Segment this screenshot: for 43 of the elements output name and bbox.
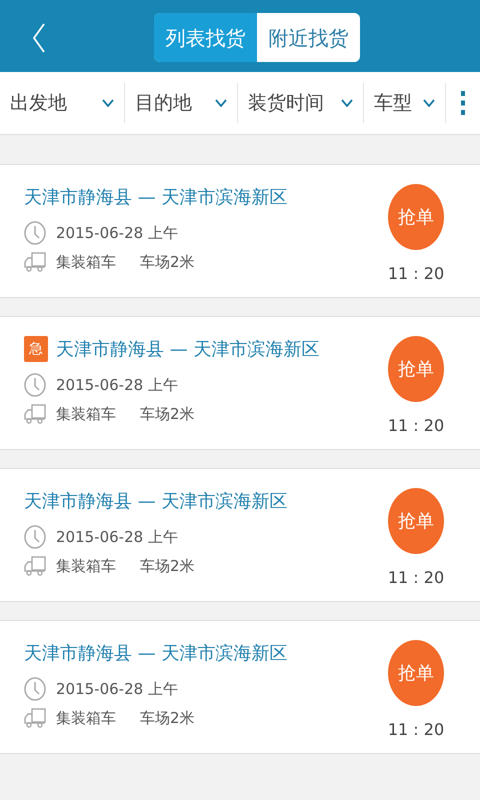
more-icon <box>460 90 466 116</box>
filter-dropdown[interactable]: 装货时间 <box>238 83 364 123</box>
post-time: 11 : 20 <box>388 263 444 285</box>
load-date: 2015-06-28 上午 <box>56 374 178 396</box>
load-date: 2015-06-28 上午 <box>56 222 178 244</box>
grab-order-button[interactable]: 抢单 <box>388 184 444 250</box>
filter-dropdown[interactable]: 车型 <box>364 83 446 123</box>
clock-icon <box>24 677 46 701</box>
grab-order-button[interactable]: 抢单 <box>388 336 444 402</box>
urgent-tag: 急 <box>24 336 48 362</box>
chevron-icon <box>341 99 353 107</box>
vehicle-type: 集装箱车 <box>56 708 116 729</box>
truck-icon <box>24 556 46 576</box>
load-date: 2015-06-28 上午 <box>56 678 178 700</box>
load-date: 2015-06-28 上午 <box>56 526 178 548</box>
post-time: 11 : 20 <box>388 415 444 437</box>
vehicle-type: 集装箱车 <box>56 404 116 425</box>
filter-dropdown[interactable]: 出发地 <box>0 83 125 123</box>
route-text[interactable]: 天津市静海县 — 天津市滨海新区 <box>24 184 288 210</box>
clock-icon <box>24 373 46 397</box>
route-text[interactable]: 天津市静海县 — 天津市滨海新区 <box>24 640 288 666</box>
truck-icon <box>24 404 46 424</box>
vehicle-length: 车场2米 <box>140 556 195 577</box>
route-text[interactable]: 天津市静海县 — 天津市滨海新区 <box>56 336 320 362</box>
grab-order-button[interactable]: 抢单 <box>388 640 444 706</box>
vehicle-type: 集装箱车 <box>56 556 116 577</box>
tab[interactable]: 列表找货 <box>154 13 257 62</box>
clock-icon <box>24 525 46 549</box>
chevron-icon <box>423 99 435 107</box>
clock-icon <box>24 221 46 245</box>
truck-icon <box>24 252 46 272</box>
grab-order-button[interactable]: 抢单 <box>388 488 444 554</box>
vehicle-length: 车场2米 <box>140 708 195 729</box>
chevron-icon <box>102 99 114 107</box>
chevron-icon <box>215 99 227 107</box>
truck-icon <box>24 708 46 728</box>
vehicle-type: 集装箱车 <box>56 252 116 273</box>
filter-dropdown[interactable]: 目的地 <box>125 83 238 123</box>
post-time: 11 : 20 <box>388 719 444 741</box>
vehicle-length: 车场2米 <box>140 252 195 273</box>
vehicle-length: 车场2米 <box>140 404 195 425</box>
post-time: 11 : 20 <box>388 567 444 589</box>
route-text[interactable]: 天津市静海县 — 天津市滨海新区 <box>24 488 288 514</box>
